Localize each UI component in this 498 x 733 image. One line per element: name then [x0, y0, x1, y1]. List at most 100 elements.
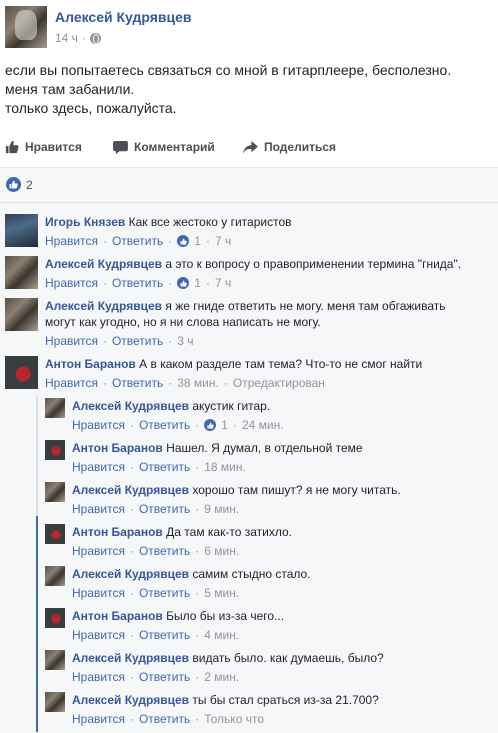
comment-reply-link[interactable]: Ответить — [112, 275, 163, 291]
comment-time[interactable]: 38 мин. — [177, 375, 219, 391]
like-reaction-icon — [6, 177, 21, 192]
replier-name[interactable]: Алексей Кудрявцев — [72, 483, 189, 497]
globe-icon[interactable] — [89, 32, 101, 44]
comment-reply-link[interactable]: Ответить — [112, 333, 163, 349]
reactions-count: 2 — [26, 177, 33, 192]
post-text-line: только здесь, пожалуйста. — [5, 100, 177, 116]
comment-text: а это к вопросу о правоприменении термин… — [165, 257, 462, 271]
replier-avatar[interactable] — [45, 440, 65, 460]
facebook-post: Алексей Кудрявцев 14 ч · если вы попытае… — [0, 0, 498, 733]
replier-name[interactable]: Алексей Кудрявцев — [72, 651, 189, 665]
reply-footer: Нравится · Ответить · 9 мин. — [72, 501, 240, 517]
replier-name[interactable]: Алексей Кудрявцев — [72, 399, 189, 413]
reply-time[interactable]: 24 мин. — [242, 417, 284, 433]
replier-name[interactable]: Антон Баранов — [72, 525, 163, 539]
reactions-summary[interactable]: 2 — [6, 177, 33, 192]
post-actions-bar: Нравится Комментарий Поделиться — [0, 132, 498, 162]
commenter-name[interactable]: Игорь Князев — [45, 215, 125, 229]
reply-time[interactable]: Только что — [204, 711, 264, 727]
replier-name[interactable]: Антон Баранов — [72, 441, 163, 455]
replier-avatar[interactable] — [45, 398, 65, 418]
speech-bubble-icon — [113, 140, 128, 154]
reply-time[interactable]: 6 мин. — [204, 543, 239, 559]
commenter-name[interactable]: Алексей Кудрявцев — [45, 257, 162, 271]
replier-name[interactable]: Антон Баранов — [72, 609, 163, 623]
comment-like-count[interactable]: 1 — [194, 233, 201, 249]
reply-reply-link[interactable]: Ответить — [139, 711, 190, 727]
reply-time[interactable]: 2 мин. — [204, 669, 239, 685]
comment-footer: Нравится · Ответить · 3 ч — [45, 333, 194, 349]
reply-text: ты бы стал сраться из-за 21.700? — [192, 693, 379, 707]
reply-time[interactable]: 5 мин. — [204, 585, 239, 601]
author-avatar[interactable] — [5, 6, 47, 48]
replier-name[interactable]: Алексей Кудрявцев — [72, 693, 189, 707]
comment-edited-label[interactable]: Отредактирован — [233, 375, 325, 391]
reply-like-count[interactable]: 1 — [221, 417, 228, 433]
reply-reply-link[interactable]: Ответить — [139, 669, 190, 685]
comment-reply-link[interactable]: Ответить — [112, 233, 163, 249]
comment-time[interactable]: 7 ч — [215, 233, 231, 249]
reply-like-link[interactable]: Нравится — [72, 627, 125, 643]
reply-thread-line — [36, 396, 38, 516]
reply-like-link[interactable]: Нравится — [72, 459, 125, 475]
comment-text: могут как угодно, но я ни слова написать… — [45, 315, 321, 329]
replier-avatar[interactable] — [45, 566, 65, 586]
post-text-line: если вы попытаетесь связаться со мной в … — [5, 62, 452, 78]
replier-avatar[interactable] — [45, 482, 65, 502]
commenter-avatar[interactable] — [5, 356, 38, 389]
post-text-line: меня там забанили. — [5, 81, 135, 97]
reply-time[interactable]: 4 мин. — [204, 627, 239, 643]
replier-avatar[interactable] — [45, 608, 65, 628]
reply-text: хорошо там пишут? я не могу читать. — [192, 483, 401, 497]
reply-time[interactable]: 9 мин. — [204, 501, 239, 517]
reply-reply-link[interactable]: Ответить — [139, 459, 190, 475]
reply-text: Нашел. Я думал, в отдельной теме — [166, 441, 363, 455]
comment-reply-link[interactable]: Ответить — [112, 375, 163, 391]
reply-reply-link[interactable]: Ответить — [139, 627, 190, 643]
comment-like-link[interactable]: Нравится — [45, 233, 98, 249]
comment-time[interactable]: 3 ч — [177, 333, 193, 349]
reply-thread-line-highlighted — [36, 516, 38, 732]
comment-footer: Нравится · Ответить · 38 мин. · Отредакт… — [45, 375, 325, 391]
replier-avatar[interactable] — [45, 650, 65, 670]
share-button[interactable]: Поделиться — [243, 132, 336, 162]
commenter-name[interactable]: Алексей Кудрявцев — [45, 299, 162, 313]
post-time[interactable]: 14 ч — [55, 31, 78, 45]
reply-text: Было бы из-за чего... — [166, 609, 285, 623]
comment-like-count[interactable]: 1 — [194, 275, 201, 291]
reply-text: самим стыдно стало. — [192, 567, 311, 581]
commenter-avatar[interactable] — [5, 256, 38, 289]
like-reaction-icon — [177, 235, 190, 247]
comment-like-link[interactable]: Нравится — [45, 275, 98, 291]
comment-time[interactable]: 7 ч — [215, 275, 231, 291]
comment-like-link[interactable]: Нравится — [45, 333, 98, 349]
reply-like-link[interactable]: Нравится — [72, 585, 125, 601]
share-button-label: Поделиться — [264, 140, 337, 154]
reply-footer: Нравится · Ответить · 18 мин. — [72, 459, 246, 475]
reply-like-link[interactable]: Нравится — [72, 669, 125, 685]
like-button[interactable]: Нравится — [5, 132, 82, 162]
reply-reply-link[interactable]: Ответить — [139, 501, 190, 517]
comment-button[interactable]: Комментарий — [113, 132, 215, 162]
post-author-name[interactable]: Алексей Кудрявцев — [55, 9, 192, 25]
reply-like-link[interactable]: Нравится — [72, 501, 125, 517]
commenter-avatar[interactable] — [5, 298, 38, 331]
commenter-avatar[interactable] — [5, 214, 38, 247]
reply-footer: Нравится · Ответить · 5 мин. — [72, 585, 240, 601]
replier-avatar[interactable] — [45, 692, 65, 712]
reply-like-link[interactable]: Нравится — [72, 417, 125, 433]
reply-reply-link[interactable]: Ответить — [139, 543, 190, 559]
reply-like-link[interactable]: Нравится — [72, 711, 125, 727]
post-text: если вы попытаетесь связаться со мной в … — [5, 61, 495, 118]
comment-like-link[interactable]: Нравится — [45, 375, 98, 391]
reply-reply-link[interactable]: Ответить — [139, 585, 190, 601]
reply-reply-link[interactable]: Ответить — [139, 417, 190, 433]
commenter-name[interactable]: Антон Баранов — [45, 357, 136, 371]
comment-text: я же гниде ответить не могу. меня там об… — [165, 299, 446, 313]
replier-avatar[interactable] — [45, 524, 65, 544]
comment-button-label: Комментарий — [134, 140, 215, 154]
reply-time[interactable]: 18 мин. — [204, 459, 246, 475]
reply-like-link[interactable]: Нравится — [72, 543, 125, 559]
replier-name[interactable]: Алексей Кудрявцев — [72, 567, 189, 581]
reply-text: акустик гитар. — [192, 399, 271, 413]
